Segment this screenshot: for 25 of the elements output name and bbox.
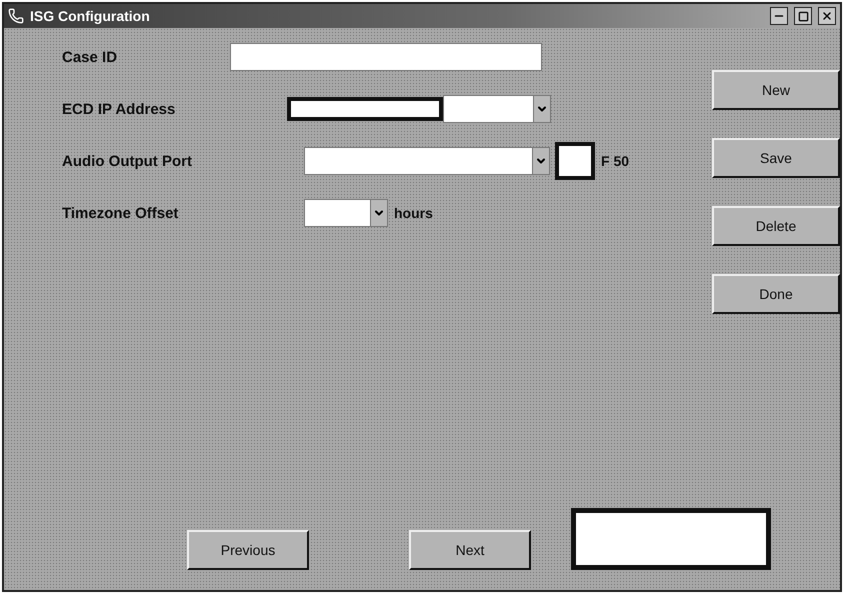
nav-button[interactable]: Next <box>409 530 531 570</box>
maximize-button[interactable] <box>794 7 812 25</box>
dropdown[interactable] <box>304 199 388 227</box>
dropdown[interactable] <box>304 147 550 175</box>
unit-label: hours <box>394 205 433 221</box>
action-button[interactable]: Delete <box>712 206 840 246</box>
nav-button[interactable]: Previous <box>187 530 309 570</box>
maximize-icon <box>798 10 808 22</box>
minimize-button[interactable] <box>770 7 788 25</box>
action-button[interactable]: New <box>712 70 840 110</box>
suffix-label: F 50 <box>601 153 630 169</box>
close-button[interactable] <box>818 7 836 25</box>
blank-box <box>555 142 595 180</box>
field-label: ECD IP Address <box>62 100 176 118</box>
close-icon <box>821 10 833 22</box>
ip-field[interactable] <box>287 97 443 121</box>
action-button[interactable]: Save <box>712 138 840 178</box>
window-title: ISG Configuration <box>30 8 151 24</box>
phone-icon <box>8 8 24 24</box>
field-label: Timezone Offset <box>62 204 180 222</box>
action-button[interactable]: Done <box>712 274 840 314</box>
text-field[interactable] <box>230 43 542 71</box>
field-label: Audio Output Port <box>62 152 193 170</box>
dropdown[interactable] <box>443 95 551 123</box>
field-label: Case ID <box>62 48 118 66</box>
